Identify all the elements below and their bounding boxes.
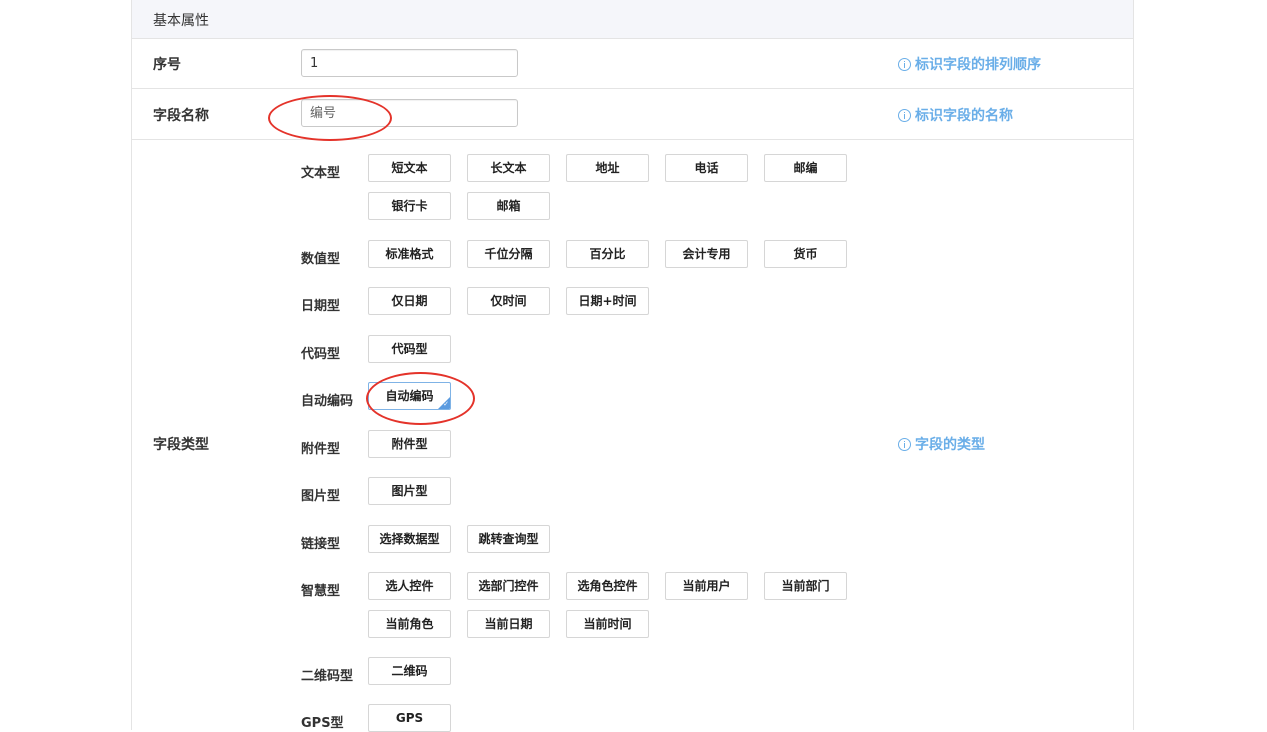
type-category-label: 日期型: [301, 299, 341, 314]
type-option-label: 跳转查询型: [478, 532, 539, 546]
type-option-button[interactable]: 银行卡: [368, 192, 451, 220]
serial-label: 序号: [153, 57, 181, 73]
type-option-button[interactable]: 图片型: [368, 477, 451, 505]
type-option-label: 当前用户: [682, 579, 731, 593]
type-option-label: 代码型: [391, 342, 428, 356]
type-option-button[interactable]: 短文本: [368, 154, 451, 182]
type-option-button[interactable]: 电话: [665, 154, 748, 182]
type-option-button[interactable]: 选人控件: [368, 572, 451, 600]
type-option-label: 长文本: [490, 161, 527, 175]
type-option-button[interactable]: 邮箱: [467, 192, 550, 220]
type-option-label: 图片型: [391, 484, 428, 498]
type-option-label: 选择数据型: [379, 532, 440, 546]
type-option-button[interactable]: 代码型: [368, 335, 451, 363]
field-type-row: 字段类型 字段的类型 文本型 短文本 长文本 地址 电话 邮编银行卡 邮箱数值型 标准格式 千位…: [132, 140, 1133, 732]
type-option-button[interactable]: 当前时间: [566, 610, 649, 638]
check-icon: ✓: [443, 400, 449, 408]
type-category-label: 文本型: [301, 166, 341, 181]
type-option-button[interactable]: 跳转查询型: [467, 525, 550, 553]
section-header: 基本属性: [132, 0, 1133, 39]
type-category-label: 附件型: [301, 442, 341, 457]
type-category-label: 二维码型: [301, 669, 354, 684]
type-option-button[interactable]: 货币: [764, 240, 847, 268]
type-category-label: 代码型: [301, 347, 341, 362]
type-option-button[interactable]: 当前部门: [764, 572, 847, 600]
type-option-button[interactable]: 当前日期: [467, 610, 550, 638]
type-option-label: 日期+时间: [578, 294, 637, 308]
type-option-button[interactable]: 选角色控件: [566, 572, 649, 600]
type-category-label: GPS型: [301, 716, 344, 731]
type-option-label: 选人控件: [385, 579, 434, 593]
type-option-label: 仅日期: [391, 294, 428, 308]
type-option-button[interactable]: 百分比: [566, 240, 649, 268]
type-option-label: 附件型: [391, 437, 428, 451]
type-option-button[interactable]: 标准格式: [368, 240, 451, 268]
type-option-label: 百分比: [589, 247, 626, 261]
type-option-label: 千位分隔: [484, 247, 533, 261]
type-option-label: 标准格式: [385, 247, 434, 261]
type-option-button[interactable]: GPS: [368, 704, 451, 732]
type-category-label: 自动编码: [301, 394, 354, 409]
field-type-label: 字段类型: [153, 437, 209, 453]
type-option-label: 当前时间: [583, 617, 632, 631]
type-option-button[interactable]: 日期+时间: [566, 287, 649, 315]
info-icon: [898, 57, 911, 71]
field-name-input[interactable]: [301, 99, 518, 127]
section-title: 基本属性: [153, 13, 209, 29]
type-option-button[interactable]: 二维码: [368, 657, 451, 685]
type-option-button[interactable]: 选部门控件: [467, 572, 550, 600]
type-option-label: 邮箱: [496, 199, 521, 213]
type-option-button[interactable]: 千位分隔: [467, 240, 550, 268]
type-option-label: 电话: [694, 161, 719, 175]
type-option-label: 会计专用: [682, 247, 731, 261]
type-option-label: 邮编: [793, 161, 818, 175]
type-category-label: 图片型: [301, 489, 341, 504]
field-name-hint: 标识字段的名称: [898, 105, 1013, 125]
type-option-button[interactable]: 当前用户: [665, 572, 748, 600]
type-option-label: 短文本: [391, 161, 428, 175]
type-category-label: 智慧型: [301, 584, 341, 599]
info-icon: [898, 437, 911, 451]
serial-hint: 标识字段的排列顺序: [898, 54, 1041, 74]
type-option-label: 选部门控件: [478, 579, 539, 593]
field-type-hint-text: 字段的类型: [915, 437, 985, 453]
type-option-label: 自动编码: [385, 389, 434, 403]
type-option-label: 货币: [793, 247, 818, 261]
type-option-label: 选角色控件: [577, 579, 638, 593]
field-name-row: 字段名称 标识字段的名称: [132, 89, 1133, 140]
serial-row: 序号 标识字段的排列顺序: [132, 39, 1133, 89]
type-option-button[interactable]: 选择数据型: [368, 525, 451, 553]
info-icon: [898, 108, 911, 122]
type-option-button[interactable]: 仅时间: [467, 287, 550, 315]
serial-hint-text: 标识字段的排列顺序: [915, 57, 1041, 73]
type-option-label: 仅时间: [490, 294, 527, 308]
type-option-label: 二维码: [391, 664, 428, 678]
type-option-button[interactable]: 地址: [566, 154, 649, 182]
type-category-label: 数值型: [301, 252, 341, 267]
type-option-label: 当前日期: [484, 617, 533, 631]
type-option-label: 当前部门: [781, 579, 830, 593]
type-option-label: 当前角色: [385, 617, 434, 631]
type-option-button[interactable]: 长文本: [467, 154, 550, 182]
type-category-label: 链接型: [301, 537, 341, 552]
type-option-button[interactable]: 附件型: [368, 430, 451, 458]
serial-input[interactable]: [301, 49, 518, 77]
field-properties-panel: 基本属性 序号 标识字段的排列顺序 字段名称 标识字段的名称 字段类型 字段的类…: [131, 0, 1134, 732]
type-option-button[interactable]: 当前角色: [368, 610, 451, 638]
type-option-label: 地址: [595, 161, 620, 175]
field-type-hint: 字段的类型: [898, 434, 985, 454]
type-option-button[interactable]: 会计专用: [665, 240, 748, 268]
type-option-button[interactable]: 自动编码 ✓: [368, 382, 451, 410]
field-name-hint-text: 标识字段的名称: [915, 108, 1013, 124]
type-option-button[interactable]: 仅日期: [368, 287, 451, 315]
type-option-button[interactable]: 邮编: [764, 154, 847, 182]
type-option-label: 银行卡: [391, 199, 428, 213]
field-name-label: 字段名称: [153, 108, 209, 124]
